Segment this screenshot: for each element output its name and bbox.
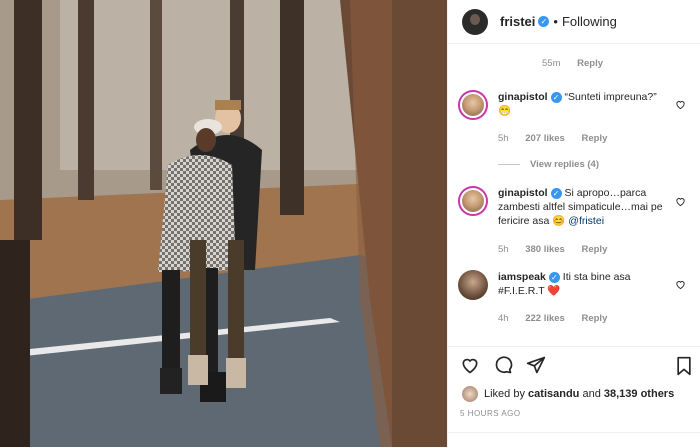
comment-time: 4h [498,313,509,324]
commenter-username[interactable]: ginapistol [498,187,548,199]
reply-button[interactable]: Reply [577,58,603,69]
commenter-avatar[interactable] [458,186,488,216]
verified-icon: ✓ [538,16,550,27]
liked-mid: and [582,388,601,400]
heart-icon[interactable] [460,355,480,375]
comment-meta: 5h 380 likes Reply [498,244,621,255]
post-actions: Liked by catisandu and 38,139 others 5 H… [448,346,700,447]
author-username[interactable]: fristei [500,14,535,29]
verified-icon: ✓ [550,187,562,199]
photo-scene [0,0,447,447]
commenter-username[interactable]: iamspeak [498,271,546,283]
comment-like-heart-icon[interactable] [675,99,686,110]
comment-like-heart-icon[interactable] [675,279,686,290]
comment-mention[interactable]: @fristei [568,215,604,227]
comment-emoji: 😊 [552,215,566,227]
liked-count[interactable]: 38,139 others [604,388,674,400]
comment-icon[interactable] [493,355,513,375]
verified-icon: ✓ [550,91,562,103]
post-sidebar: fristei ✓ • Following 55m Reply ginapist… [447,0,700,447]
post-photo[interactable] [0,0,447,447]
liker-avatar[interactable] [462,386,478,402]
reply-button[interactable]: Reply [581,133,607,144]
comment-item: ginapistol ✓ “Sunteti impreuna?” 😁 [458,90,698,120]
liked-user[interactable]: catisandu [528,388,579,400]
comment-likes[interactable]: 207 likes [525,133,565,144]
author-avatar[interactable] [462,8,488,35]
commenter-avatar[interactable] [458,270,488,300]
comment-meta-top: 55m Reply [542,58,617,69]
commenter-avatar[interactable] [458,90,488,120]
following-button[interactable]: Following [562,14,617,29]
comment-emoji: 😁 [498,105,512,117]
post-header: fristei ✓ • Following [448,0,700,44]
bookmark-icon[interactable] [675,356,693,376]
comment-like-heart-icon[interactable] [675,196,686,207]
comment-time: 5h [498,244,509,255]
comment-item: iamspeak ✓ Iti sta bine asa #F.I.E.R.T ❤️ [458,270,698,300]
comment-text: “Sunteti impreuna?” [564,91,657,103]
reply-button[interactable]: Reply [581,313,607,324]
comment-likes[interactable]: 222 likes [525,313,565,324]
header-separator: • [553,14,558,29]
post-timestamp: 5 HOURS AGO [460,409,521,418]
comment-emoji: ❤️ [547,285,561,297]
view-replies-button[interactable]: View replies (4) [498,159,599,170]
comment-meta: 4h 222 likes Reply [498,313,621,324]
comment-item: ginapistol ✓ Si apropo…parca zambesti alt… [458,186,698,228]
comment-likes[interactable]: 380 likes [525,244,565,255]
comment-time: 5h [498,133,509,144]
replies-line [498,164,520,165]
comment-meta: 5h 207 likes Reply [498,133,621,144]
liked-prefix: Liked by [484,388,525,400]
view-replies-label: View replies (4) [530,159,599,170]
verified-icon: ✓ [548,271,560,283]
share-icon[interactable] [526,355,546,375]
commenter-username[interactable]: ginapistol [498,91,548,103]
reply-button[interactable]: Reply [581,244,607,255]
comment-time: 55m [542,58,561,69]
likes-summary: Liked by catisandu and 38,139 others [462,386,674,402]
add-comment-area[interactable] [448,432,700,448]
